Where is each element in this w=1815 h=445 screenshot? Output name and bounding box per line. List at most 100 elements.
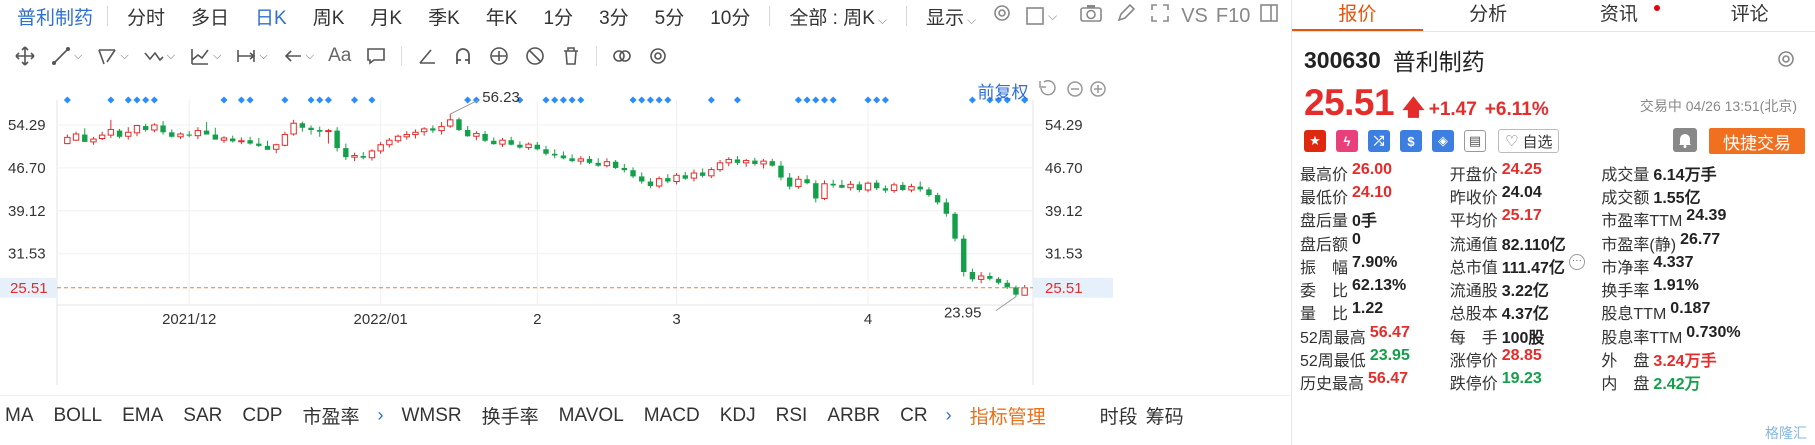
event-marker [107,96,115,104]
period-10min[interactable]: 10分 [697,3,763,30]
period-weekly-k[interactable]: 周K [300,3,358,30]
indicator-kdj[interactable]: KDJ [710,405,766,427]
candle-body [890,184,898,192]
shuffle-icon[interactable]: ⤮ [1368,130,1390,152]
gear-icon[interactable] [1775,48,1797,70]
stat-value: 56.47 [1369,323,1410,341]
arrow-tool-icon[interactable]: ⌵ [282,45,314,67]
indicator-sar[interactable]: SAR [173,405,232,427]
fullscreen-icon[interactable] [1149,2,1171,30]
camera-icon[interactable] [1079,2,1103,30]
quick-trade-button[interactable]: 快捷交易 [1709,128,1805,154]
note-icon[interactable]: ▤ [1464,130,1486,152]
y-tick-label: 39.12 [8,203,46,220]
range-tool-icon[interactable]: ⌵ [235,45,268,67]
rights-adjust-button[interactable]: 前复权 [978,83,1029,102]
stock-name-link[interactable]: 普利制药 [0,3,101,30]
indicator-ema[interactable]: EMA [112,405,173,427]
candle-body [430,128,436,131]
display-select[interactable]: 显示 ⌵ [913,3,989,30]
period-daily-k[interactable]: 日K [242,3,300,30]
period-intraday[interactable]: 分时 [114,3,178,30]
f10-button[interactable]: F10 [1216,5,1250,28]
hide-drawing-icon[interactable] [524,45,546,67]
period-monthly-k[interactable]: 月K [357,3,415,30]
overlay-icon[interactable] [611,45,633,67]
angle-tool-icon[interactable] [416,45,438,67]
kline-chart[interactable]: 54.29 46.70 39.12 31.53 54.29 46.70 39.12 31.5… [0,80,1290,385]
candle-body [377,144,384,152]
indicator-manager-button[interactable]: 指标管理 [960,402,1056,429]
settings-icon[interactable] [991,2,1013,30]
period-1min[interactable]: 1分 [530,3,586,30]
tab-analysis[interactable]: 分析 [1423,0,1554,31]
zoom-out-icon[interactable] [1067,81,1083,97]
candle-body [795,178,802,188]
period-multi-day[interactable]: 多日 [178,3,242,30]
candle-body [72,133,80,141]
channel-tool-icon[interactable]: ⌵ [96,45,129,67]
event-marker [629,96,637,104]
text-tool-button[interactable]: Aa [328,45,351,67]
stat-value: 26.77 [1680,230,1721,248]
line-tool-icon[interactable]: ⌵ [50,45,82,67]
indicator-cdp[interactable]: CDP [232,405,292,427]
period-bar: 普利制药 分时 多日 日K 周K 月K 季K 年K 1分 3分 5分 10分 全… [0,0,1290,32]
square-style-icon[interactable]: ⌵ [1025,6,1057,26]
flash-icon[interactable]: ϟ [1336,130,1358,152]
all-period-select[interactable]: 全部 : 周K ⌵ [776,3,900,30]
vs-compare-button[interactable]: VS [1181,5,1208,28]
tab-news[interactable]: 资讯 [1554,0,1685,31]
chevron-right-icon[interactable]: › [370,405,392,426]
period-yearly-k[interactable]: 年K [473,3,531,30]
indicator-pe[interactable]: 市盈率 [292,402,369,429]
more-icon[interactable]: ··· [1568,253,1585,270]
fib-tool-icon[interactable]: ⌵ [189,45,221,67]
move-icon[interactable] [14,45,36,67]
magnet-icon[interactable] [452,45,474,67]
candle-body [133,124,141,134]
indicator-mavol[interactable]: MAVOL [549,405,634,427]
stat-value: 82.110亿 [1501,236,1566,254]
bell-icon[interactable] [1673,128,1697,152]
stat-cell: 最高价 26.00 [1300,161,1450,185]
event-marker [820,96,829,104]
indicator-ma[interactable]: MA [0,405,44,427]
dollar-icon[interactable]: $ [1400,130,1422,152]
zoom-in-icon[interactable] [1090,81,1106,97]
indicator-wmsr[interactable]: WMSR [392,405,472,427]
chart-panel: 普利制药 分时 多日 日K 周K 月K 季K 年K 1分 3分 5分 10分 全… [0,0,1290,445]
chevron-right-icon[interactable]: › [938,405,960,426]
indicator-macd[interactable]: MACD [634,405,710,427]
tag-icon[interactable]: ◈ [1432,130,1454,152]
wave-tool-icon[interactable]: ⌵ [143,45,175,67]
trash-icon[interactable] [560,45,582,67]
period-5min[interactable]: 5分 [642,3,698,30]
indicator-rsi[interactable]: RSI [766,405,818,427]
period-3min[interactable]: 3分 [586,3,642,30]
comment-icon[interactable] [365,45,387,67]
stat-cell: 股息率TTM 0.730% [1601,324,1815,348]
lock-drawing-icon[interactable] [488,45,510,67]
period-quarterly-k[interactable]: 季K [415,3,473,30]
candle-body [716,162,724,171]
candle-body [107,128,115,136]
sidebar-toggle-icon[interactable] [1258,2,1280,30]
tab-quote[interactable]: 报价 [1292,0,1423,31]
reset-icon[interactable] [1039,80,1056,96]
pen-icon[interactable] [1115,2,1137,30]
candle-body [943,202,950,214]
indicator-cr[interactable]: CR [890,405,937,427]
drawing-settings-icon[interactable] [647,45,669,67]
time-period-tab[interactable]: 时段 [1096,402,1142,429]
chips-tab[interactable]: 筹码 [1142,402,1188,429]
tab-comments[interactable]: 评论 [1684,0,1815,31]
candle-body [900,184,906,190]
add-watchlist-button[interactable]: ♡ 自选 [1498,129,1560,153]
divider [107,6,109,26]
event-marker [803,96,811,104]
indicator-turnover[interactable]: 换手率 [472,402,549,429]
indicator-boll[interactable]: BOLL [44,405,113,427]
indicator-arbr[interactable]: ARBR [817,405,890,427]
candle-body [917,186,923,190]
